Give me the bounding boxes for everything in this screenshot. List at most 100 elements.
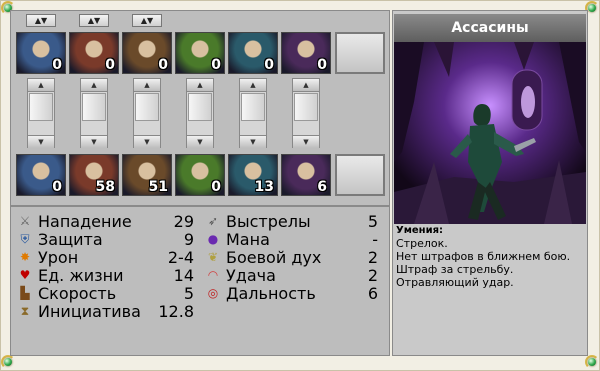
sort-arrows-icon: ▲▼ [87,16,101,25]
creature-slot[interactable]: 13 [228,154,278,196]
creature-count: 51 [148,179,168,195]
slider-down-icon[interactable]: ▼ [28,135,54,148]
creature-slot[interactable]: 0 [175,154,225,196]
slider-up-icon[interactable]: ▲ [81,79,107,92]
heart-icon: ♥ [19,268,31,282]
slider-down-icon[interactable]: ▼ [134,135,160,148]
slider-down-icon[interactable]: ▼ [187,135,213,148]
sort-arrows-icon: ▲▼ [34,16,48,25]
creature-slot[interactable]: 0 [16,32,66,74]
skills-text: Стрелок. Нет штрафов в ближнем бою. Штра… [396,237,586,289]
slider-thumb[interactable] [188,93,212,121]
split-slider[interactable]: ▲ ▼ [186,78,214,148]
slider-thumb[interactable] [241,93,265,121]
crossed-swords-icon: ⚔ [19,214,31,228]
slider-thumb[interactable] [135,93,159,121]
stat-value: 5 [183,284,194,303]
stat-label: Урон [38,248,79,267]
corner-gem-icon [1,355,15,369]
stat-value: 2 [367,266,378,285]
creature-slot[interactable]: 51 [122,154,172,196]
stat-label: Скорость [38,284,117,303]
stat-row: ◎ Дальность 6 [206,284,378,303]
stat-row: ❦ Боевой дух 2 [206,248,378,267]
creature-count: 0 [52,57,62,73]
skill-line: Нет штрафов в ближнем бою. [396,250,571,263]
split-slider[interactable]: ▲ ▼ [80,78,108,148]
slider-up-icon[interactable]: ▲ [28,79,54,92]
creature-slot[interactable]: 6 [281,154,331,196]
shield-icon: ⛨ [20,232,30,246]
creature-slot[interactable]: 58 [69,154,119,196]
slider-thumb[interactable] [294,93,318,121]
sort-arrows-icon: ▲▼ [140,16,154,25]
stat-row: ⛨ Защита 9 [18,230,194,249]
arrow-icon: ➶ [207,214,219,228]
split-slider[interactable]: ▲ ▼ [292,78,320,148]
empty-slot[interactable] [335,154,385,196]
empty-slot[interactable] [335,32,385,74]
skills-label: Умения: [396,225,444,236]
stat-label: Удача [226,266,276,285]
creature-count: 0 [211,57,221,73]
sort-top-button[interactable]: ▲▼ [132,14,162,27]
stat-label: Дальность [226,284,316,303]
stat-row: ⧗ Инициатива 12.8 [18,302,194,321]
hourglass-icon: ⧗ [20,304,30,318]
creature-portrait-scene [394,42,586,224]
creature-count: 58 [95,179,115,195]
sort-top-button[interactable]: ▲▼ [79,14,109,27]
slider-up-icon[interactable]: ▲ [187,79,213,92]
stat-label: Мана [226,230,270,249]
stat-row: ▙ Скорость 5 [18,284,194,303]
slider-up-icon[interactable]: ▲ [240,79,266,92]
creature-count: 0 [52,179,62,195]
corner-gem-icon [585,355,599,369]
creature-count: 0 [211,179,221,195]
rainbow-icon: ◠ [207,268,219,282]
stat-row: ♥ Ед. жизни 14 [18,266,194,285]
stat-value: 6 [367,284,378,303]
stat-row: ● Мана - [206,230,378,249]
stat-label: Выстрелы [226,212,311,231]
stat-value: - [372,230,378,249]
stat-value: 2 [367,248,378,267]
creature-count: 0 [317,57,327,73]
stat-value: 14 [173,266,194,285]
stat-value: 5 [367,212,378,231]
slider-down-icon[interactable]: ▼ [81,135,107,148]
slider-thumb[interactable] [82,93,106,121]
slider-up-icon[interactable]: ▲ [293,79,319,92]
slider-thumb[interactable] [29,93,53,121]
creature-slot[interactable]: 0 [16,154,66,196]
stat-value: 2-4 [167,248,194,267]
creature-slot[interactable]: 0 [228,32,278,74]
stat-label: Боевой дух [226,248,322,267]
split-slider[interactable]: ▲ ▼ [239,78,267,148]
stat-row: ◠ Удача 2 [206,266,378,285]
creature-count: 13 [254,179,274,195]
slider-up-icon[interactable]: ▲ [134,79,160,92]
boot-icon: ▙ [20,286,30,300]
split-slider[interactable]: ▲ ▼ [27,78,55,148]
creature-count: 0 [264,57,274,73]
stat-label: Ед. жизни [38,266,124,285]
wings-icon: ❦ [207,250,219,264]
creature-slot[interactable]: 0 [281,32,331,74]
stat-value: 12.8 [158,302,194,321]
slider-down-icon[interactable]: ▼ [240,135,266,148]
creature-slot[interactable]: 0 [69,32,119,74]
split-slider[interactable]: ▲ ▼ [133,78,161,148]
burst-icon: ✸ [19,250,31,264]
slider-down-icon[interactable]: ▼ [293,135,319,148]
creature-slot[interactable]: 0 [175,32,225,74]
skill-line: Штраф за стрельбу. [396,263,514,276]
stat-row: ➶ Выстрелы 5 [206,212,378,231]
stat-value: 29 [173,212,194,231]
sort-top-button[interactable]: ▲▼ [26,14,56,27]
mana-orb-icon: ● [207,232,219,246]
creature-count: 6 [317,179,327,195]
stat-value: 9 [183,230,194,249]
stat-label: Защита [38,230,103,249]
creature-slot[interactable]: 0 [122,32,172,74]
